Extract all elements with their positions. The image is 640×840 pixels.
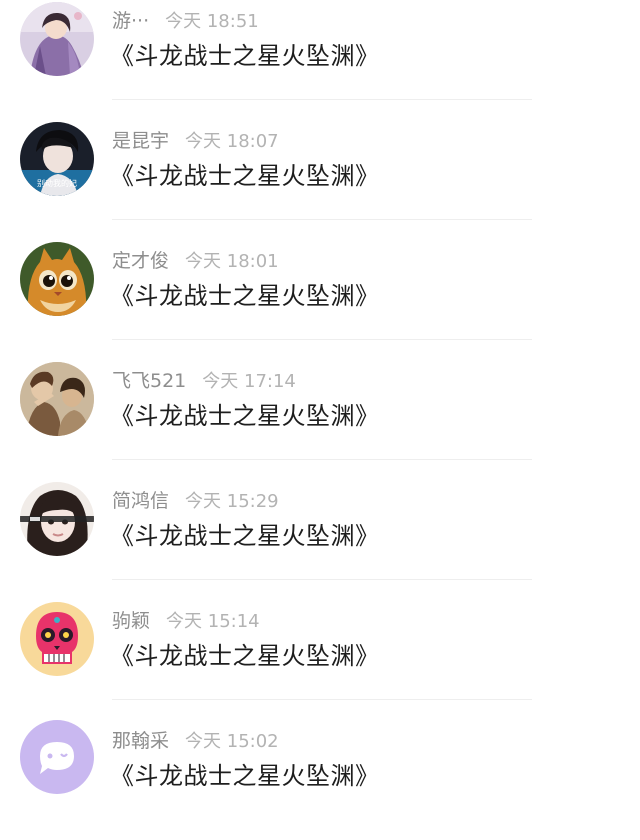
comment-time: 今天 15:29 bbox=[185, 491, 279, 512]
comment-username[interactable]: 定才俊 bbox=[112, 250, 169, 272]
comment-item: 那翰采 今天 15:02 《斗龙战士之星火坠渊》 bbox=[0, 720, 640, 840]
comment-message: 《斗龙战士之星火坠渊》 bbox=[110, 762, 380, 790]
comment-list: 游··· 今天 18:51 《斗龙战士之星火坠渊》 别动我的妃 是昆宇 今天 18:… bbox=[0, 0, 640, 808]
comment-username[interactable]: 飞飞521 bbox=[112, 370, 186, 392]
comment-item: 驹颖 今天 15:14 《斗龙战士之星火坠渊》 bbox=[0, 600, 640, 720]
comment-message: 《斗龙战士之星火坠渊》 bbox=[110, 162, 380, 190]
comment-message: 《斗龙战士之星火坠渊》 bbox=[110, 282, 380, 310]
comment-username[interactable]: 简鸿信 bbox=[112, 490, 169, 512]
anime-girl-purple-avatar-icon[interactable] bbox=[20, 2, 94, 76]
comment-item: 游··· 今天 18:51 《斗龙战士之星火坠渊》 bbox=[0, 0, 640, 120]
comment-time: 今天 17:14 bbox=[202, 371, 296, 392]
purple-chat-bubble-avatar-icon[interactable] bbox=[20, 720, 94, 794]
comment-time: 今天 18:51 bbox=[165, 11, 259, 32]
comment-username[interactable]: 驹颖 bbox=[112, 610, 150, 632]
divider bbox=[112, 579, 532, 580]
comment-time: 今天 15:02 bbox=[185, 731, 279, 752]
divider bbox=[112, 219, 532, 220]
comment-item: 飞飞521 今天 17:14 《斗龙战士之星火坠渊》 bbox=[0, 360, 640, 480]
comment-item: 定才俊 今天 18:01 《斗龙战士之星火坠渊》 bbox=[0, 240, 640, 360]
two-people-sepia-avatar-icon[interactable] bbox=[20, 362, 94, 436]
divider bbox=[112, 699, 532, 700]
comment-item: 简鸿信 今天 15:29 《斗龙战士之星火坠渊》 bbox=[0, 480, 640, 600]
boy-portrait-blue-avatar-icon[interactable]: 别动我的妃 bbox=[20, 122, 94, 196]
divider bbox=[112, 99, 532, 100]
avatar-caption: 别动我的妃 bbox=[37, 178, 77, 188]
comment-message: 《斗龙战士之星火坠渊》 bbox=[110, 402, 380, 430]
divider bbox=[112, 339, 532, 340]
comment-message: 《斗龙战士之星火坠渊》 bbox=[110, 642, 380, 670]
comment-username[interactable]: 游··· bbox=[112, 10, 149, 32]
girl-bangs-portrait-avatar-icon[interactable] bbox=[20, 482, 94, 556]
comment-message: 《斗龙战士之星火坠渊》 bbox=[110, 42, 380, 70]
comment-time: 今天 15:14 bbox=[166, 611, 260, 632]
comment-time: 今天 18:07 bbox=[185, 131, 279, 152]
puss-in-boots-cat-avatar-icon[interactable] bbox=[20, 242, 94, 316]
pink-sugar-skull-avatar-icon[interactable] bbox=[20, 602, 94, 676]
comment-item: 别动我的妃 是昆宇 今天 18:07 《斗龙战士之星火坠渊》 bbox=[0, 120, 640, 240]
divider bbox=[112, 459, 532, 460]
comment-username[interactable]: 是昆宇 bbox=[112, 130, 169, 152]
comment-time: 今天 18:01 bbox=[185, 251, 279, 272]
comment-message: 《斗龙战士之星火坠渊》 bbox=[110, 522, 380, 550]
comment-username[interactable]: 那翰采 bbox=[112, 730, 169, 752]
